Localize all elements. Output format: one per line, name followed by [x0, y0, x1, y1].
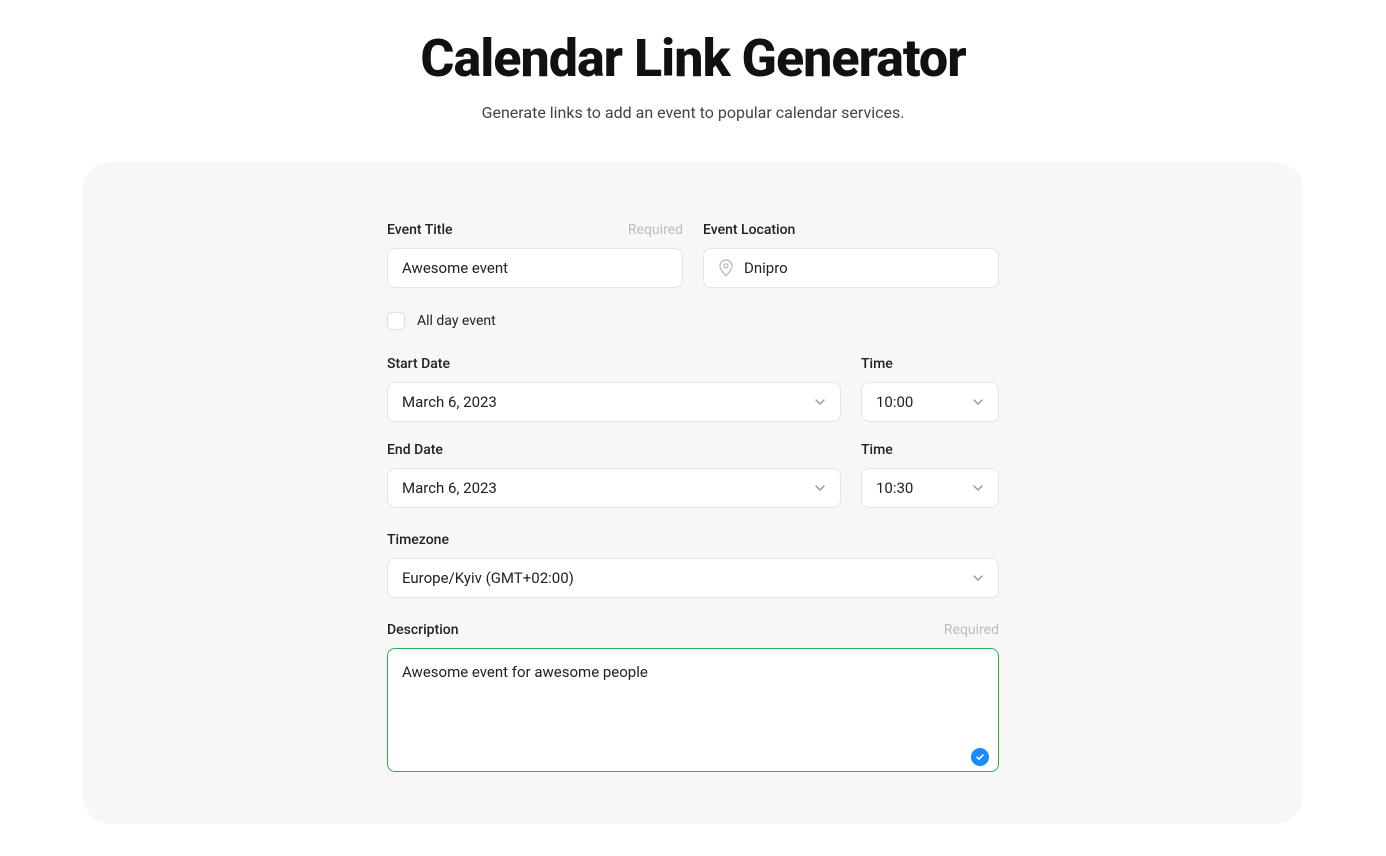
chevron-down-icon: [972, 482, 984, 494]
end-date-select[interactable]: March 6, 2023: [387, 468, 841, 508]
timezone-label: Timezone: [387, 532, 449, 548]
timezone-value: Europe/Kyiv (GMT+02:00): [402, 569, 574, 587]
chevron-down-icon: [814, 396, 826, 408]
grammar-check-badge[interactable]: [971, 748, 989, 766]
page-title: Calendar Link Generator: [83, 28, 1303, 89]
start-date-label: Start Date: [387, 356, 450, 372]
end-time-value: 10:30: [876, 479, 913, 497]
timezone-select[interactable]: Europe/Kyiv (GMT+02:00): [387, 558, 999, 598]
check-icon: [975, 752, 985, 762]
end-date-value: March 6, 2023: [402, 479, 497, 497]
end-time-label: Time: [861, 442, 893, 458]
event-title-label: Event Title: [387, 222, 453, 238]
start-date-value: March 6, 2023: [402, 393, 497, 411]
end-date-label: End Date: [387, 442, 443, 458]
start-time-label: Time: [861, 356, 893, 372]
description-textarea[interactable]: [387, 648, 999, 772]
event-location-label: Event Location: [703, 222, 795, 238]
end-time-select[interactable]: 10:30: [861, 468, 999, 508]
event-title-required: Required: [628, 222, 683, 238]
page-subtitle: Generate links to add an event to popula…: [83, 103, 1303, 122]
form-panel: Event Title Required Event Location: [83, 162, 1303, 824]
start-date-select[interactable]: March 6, 2023: [387, 382, 841, 422]
start-time-value: 10:00: [876, 393, 913, 411]
chevron-down-icon: [972, 396, 984, 408]
chevron-down-icon: [814, 482, 826, 494]
all-day-label: All day event: [417, 313, 496, 329]
event-title-input[interactable]: [387, 248, 683, 288]
event-location-input[interactable]: [744, 259, 984, 277]
location-pin-icon: [718, 259, 734, 277]
description-label: Description: [387, 622, 459, 638]
chevron-down-icon: [972, 572, 984, 584]
all-day-checkbox[interactable]: [387, 312, 405, 330]
event-location-field[interactable]: [703, 248, 999, 288]
start-time-select[interactable]: 10:00: [861, 382, 999, 422]
description-required: Required: [944, 622, 999, 638]
